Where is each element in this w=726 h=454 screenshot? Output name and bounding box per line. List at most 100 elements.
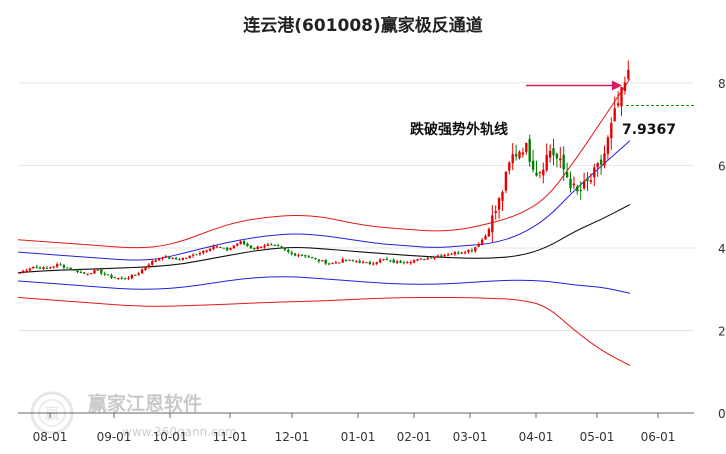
- candle-body: [535, 172, 538, 176]
- candle-body: [412, 260, 416, 263]
- y-ticks: 0 2 4 6 8: [718, 77, 726, 421]
- candle-body: [117, 277, 120, 279]
- candle-body: [293, 253, 297, 256]
- candle-body: [460, 252, 463, 254]
- x-tick-label: 03-01: [453, 430, 488, 444]
- candle-body: [178, 259, 181, 261]
- candle-body: [497, 198, 501, 210]
- candle-body: [579, 190, 582, 192]
- candle-body: [572, 183, 576, 186]
- candle-body: [531, 160, 535, 170]
- candle-body: [236, 243, 239, 246]
- band-upper-mid: [17, 140, 631, 261]
- candle-body: [548, 150, 552, 158]
- y-tick-label: 0: [718, 407, 726, 421]
- annotation-value: 7.9367: [622, 122, 676, 138]
- x-tick-label: 01-01: [341, 430, 376, 444]
- candle-body: [25, 270, 28, 272]
- candle-body: [375, 262, 378, 264]
- candle-body: [161, 257, 164, 259]
- candle-body: [110, 275, 113, 278]
- candle-body: [443, 254, 446, 257]
- candle-body: [436, 255, 440, 257]
- candle-body: [229, 247, 232, 250]
- candle-body: [327, 263, 331, 265]
- candle-body: [83, 272, 86, 274]
- candle-body: [623, 82, 627, 91]
- candle-body: [426, 257, 429, 260]
- chart-svg: 连云港(601008)赢家极反通道 赢 赢家江恩软件 www.360gann.c…: [17, 15, 726, 444]
- candle-body: [385, 258, 389, 261]
- x-tick-label: 11-01: [213, 430, 248, 444]
- candle-body: [273, 244, 276, 246]
- candle-body: [440, 255, 443, 257]
- candle-body: [446, 254, 450, 256]
- candle-body: [256, 246, 259, 250]
- x-tick-label: 06-01: [641, 430, 676, 444]
- grid: [18, 82, 694, 331]
- candle-body: [545, 154, 548, 171]
- y-tick-label: 6: [718, 159, 726, 173]
- watermark-brand: 赢家江恩软件: [88, 392, 202, 415]
- candle-body: [559, 158, 562, 161]
- candle-body: [222, 247, 225, 249]
- candle-body: [402, 262, 406, 264]
- candle-body: [42, 267, 45, 270]
- candle-body: [514, 154, 518, 157]
- candle-body: [202, 251, 205, 253]
- candle-body: [120, 277, 123, 279]
- candle-body: [198, 253, 202, 255]
- candle-body: [378, 259, 382, 263]
- annotation: 跌破强势外轨线 7.9367: [410, 80, 676, 138]
- candle-body: [528, 139, 531, 162]
- candle-body: [565, 172, 569, 178]
- x-tick-label: 02-01: [397, 430, 432, 444]
- annotation-label: 跌破强势外轨线: [410, 121, 508, 138]
- candle-body: [307, 256, 310, 258]
- candle-body: [501, 191, 504, 201]
- candle-body: [582, 181, 586, 189]
- candle-body: [457, 252, 460, 254]
- candle-body: [45, 267, 49, 269]
- candle-body: [191, 254, 195, 256]
- candle-body: [409, 262, 412, 264]
- y-tick-label: 8: [718, 77, 726, 91]
- chart-title: 连云港(601008)赢家极反通道: [243, 15, 483, 36]
- candle-body: [487, 229, 491, 237]
- candle-body: [406, 262, 409, 264]
- candle-body: [103, 273, 106, 275]
- candle-body: [242, 240, 246, 245]
- candle-body: [395, 261, 399, 263]
- candle-body: [504, 171, 508, 191]
- candle-body: [263, 245, 266, 248]
- candle-body: [38, 267, 42, 269]
- candle-body: [127, 278, 130, 280]
- candle-body: [521, 152, 525, 155]
- candle-body: [419, 258, 423, 260]
- candle-body: [259, 247, 263, 249]
- candle-body: [334, 262, 338, 264]
- candle-body: [174, 257, 178, 260]
- candle-body: [491, 215, 494, 233]
- candle-body: [511, 154, 514, 164]
- candle-body: [151, 261, 154, 265]
- candle-body: [372, 263, 375, 265]
- candle-body: [429, 257, 433, 259]
- candle-body: [599, 159, 603, 165]
- candle-body: [276, 245, 280, 247]
- candle-body: [69, 267, 72, 270]
- candle-body: [389, 260, 392, 262]
- candle-body: [525, 142, 528, 152]
- candle-body: [249, 245, 253, 249]
- candle-body: [341, 259, 344, 263]
- candle-body: [324, 259, 327, 264]
- candle-body: [399, 260, 402, 263]
- candle-body: [542, 169, 545, 176]
- candle-body: [137, 273, 140, 275]
- candle-body: [55, 264, 59, 267]
- candle-body: [52, 266, 55, 268]
- candle-body: [113, 277, 117, 279]
- candle-body: [480, 239, 484, 245]
- candle-body: [610, 123, 613, 139]
- candle-body: [232, 245, 236, 249]
